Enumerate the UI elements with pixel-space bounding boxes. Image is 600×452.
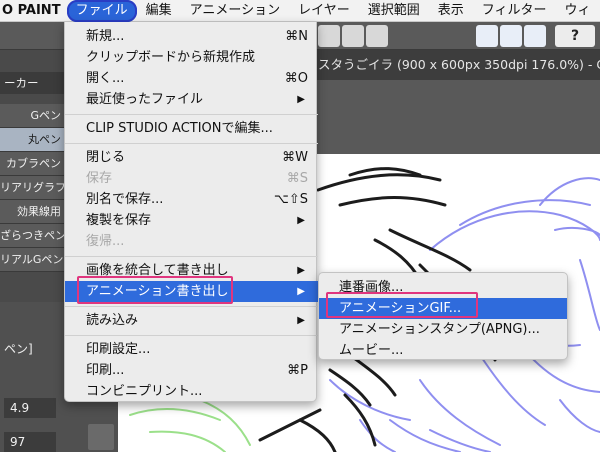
brush-item[interactable]: リアリグラフィ — [0, 176, 65, 200]
menu-item-label: 印刷設定... — [86, 342, 151, 357]
menu-item-label: 開く... — [86, 71, 125, 86]
menu-item-save-duplicate[interactable]: 複製を保存 ▶ — [65, 210, 318, 231]
submenu-item-movie[interactable]: ムービー... — [319, 340, 567, 361]
submenu-item-image-sequence[interactable]: 連番画像... — [319, 277, 567, 298]
menu-shortcut: ⌘O — [284, 71, 308, 86]
menu-shortcut: ⌥⇧S — [273, 192, 308, 207]
menu-item-new[interactable]: 新規... ⌘N — [65, 26, 318, 47]
brush-item[interactable]: Gペン — [0, 104, 65, 128]
panel-title: ーカー — [0, 72, 65, 94]
menu-shortcut: ⌘W — [282, 150, 308, 165]
menu-edit[interactable]: 編集 — [137, 0, 181, 22]
brush-item[interactable]: カブラペン — [0, 152, 65, 176]
menu-item-label: 印刷... — [86, 363, 125, 378]
submenu-arrow-icon: ▶ — [297, 286, 305, 297]
menu-item-revert[interactable]: 復帰... — [65, 231, 318, 252]
menu-separator — [65, 256, 318, 257]
menu-layer[interactable]: レイヤー — [289, 0, 359, 22]
menu-item-print[interactable]: 印刷... ⌘P — [65, 360, 318, 381]
menu-shortcut: ⌘N — [285, 29, 308, 44]
menu-item-label: 別名で保存... — [86, 192, 164, 207]
submenu-item-animated-gif[interactable]: アニメーションGIF... — [319, 298, 567, 319]
menu-item-label: 画像を統合して書き出し — [86, 263, 229, 278]
brush-size-field[interactable]: 4.9 — [4, 398, 56, 418]
menu-item-save[interactable]: 保存 ⌘S — [65, 168, 318, 189]
menu-view[interactable]: 表示 — [429, 0, 473, 22]
menu-item-label: 復帰... — [86, 234, 125, 249]
menu-item-label: 新規... — [86, 29, 125, 44]
brush-item[interactable]: 効果線用 — [0, 200, 65, 224]
menu-item-label: コンビニプリント... — [86, 384, 203, 399]
perspective-icon[interactable] — [524, 25, 546, 47]
menu-item-save-as[interactable]: 別名で保存... ⌥⇧S — [65, 189, 318, 210]
menu-item-edit-in-action[interactable]: CLIP STUDIO ACTIONで編集... — [65, 118, 318, 139]
menu-shortcut: ⌘S — [286, 171, 308, 186]
menu-bar: O PAINT ファイル 編集 アニメーション レイヤー 選択範囲 表示 フィル… — [0, 0, 600, 22]
opacity-field[interactable]: 97 — [4, 432, 56, 452]
menu-item-label: 最近使ったファイル — [86, 92, 204, 107]
menu-separator — [65, 335, 318, 336]
brush-item[interactable]: 丸ペン — [0, 128, 65, 152]
tool-icon[interactable] — [318, 25, 340, 47]
menu-item-label: 読み込み — [86, 313, 139, 328]
menu-animation[interactable]: アニメーション — [181, 0, 289, 22]
submenu-arrow-icon: ▶ — [297, 315, 305, 326]
submenu-arrow-icon: ▶ — [297, 265, 305, 276]
menu-item-new-from-clipboard[interactable]: クリップボードから新規作成 — [65, 47, 318, 68]
menu-separator — [65, 143, 318, 144]
menu-item-label: アニメーション書き出し — [86, 284, 229, 299]
ruler-icon[interactable] — [476, 25, 498, 47]
menu-item-label: クリップボードから新規作成 — [86, 50, 256, 65]
brush-list: Gペン 丸ペン カブラペン リアリグラフィ 効果線用 ざらつきペン リアルGペン — [0, 104, 65, 272]
menu-separator — [65, 306, 318, 307]
menu-separator — [65, 114, 318, 115]
menu-item-label: 複製を保存 — [86, 213, 152, 228]
animation-export-submenu: 連番画像... アニメーションGIF... アニメーションスタンプ(APNG).… — [318, 272, 568, 360]
tool-icon[interactable] — [88, 424, 114, 450]
snap-icon[interactable] — [500, 25, 522, 47]
menu-item-label: 保存 — [86, 171, 113, 186]
submenu-arrow-icon: ▶ — [297, 215, 305, 226]
menu-item-open[interactable]: 開く... ⌘O — [65, 68, 318, 89]
brush-item[interactable]: リアルGペン — [0, 248, 65, 272]
file-menu-dropdown: 新規... ⌘N クリップボードから新規作成 開く... ⌘O 最近使ったファイル ▶… — [64, 22, 318, 402]
brush-size-label: ペン] — [4, 342, 33, 356]
brush-item[interactable]: ざらつきペン — [0, 224, 65, 248]
transform-icon[interactable] — [366, 25, 388, 47]
submenu-item-apng[interactable]: アニメーションスタンプ(APNG)... — [319, 319, 567, 340]
menu-selection[interactable]: 選択範囲 — [359, 0, 429, 22]
menu-filter[interactable]: フィルター — [473, 0, 556, 22]
menu-item-export-animation[interactable]: アニメーション書き出し ▶ — [65, 281, 318, 302]
fill-icon[interactable] — [342, 25, 364, 47]
menu-file[interactable]: ファイル — [66, 0, 137, 22]
menu-item-label: 閉じる — [86, 150, 126, 165]
submenu-arrow-icon: ▶ — [297, 94, 305, 105]
menu-item-close[interactable]: 閉じる ⌘W — [65, 147, 318, 168]
menu-item-export-single-layer[interactable]: 画像を統合して書き出し ▶ — [65, 260, 318, 281]
menu-item-recent-files[interactable]: 最近使ったファイル ▶ — [65, 89, 318, 110]
menu-item-import[interactable]: 読み込み ▶ — [65, 310, 318, 331]
menu-item-print-settings[interactable]: 印刷設定... — [65, 339, 318, 360]
help-button[interactable]: ? — [555, 25, 595, 47]
document-tab[interactable]: スタうごイラ (900 x 600px 350dpi 176.0%) - CLI — [300, 50, 600, 80]
menu-item-convenience-print[interactable]: コンビニプリント... — [65, 381, 318, 402]
menu-item-label: CLIP STUDIO ACTIONで編集... — [86, 121, 273, 136]
menu-shortcut: ⌘P — [287, 363, 308, 378]
app-name[interactable]: O PAINT — [0, 3, 67, 18]
menu-window[interactable]: ウィ — [555, 0, 599, 22]
